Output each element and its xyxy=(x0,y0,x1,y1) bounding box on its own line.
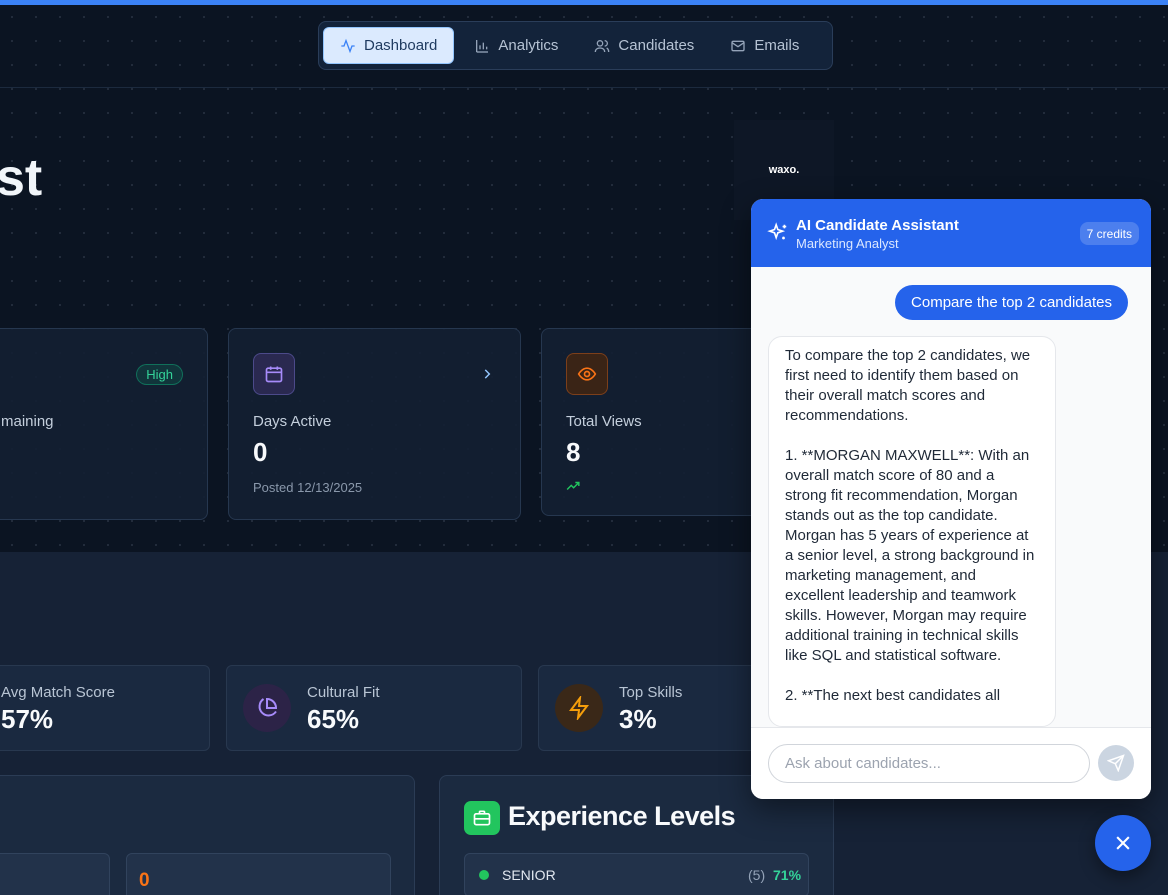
send-button[interactable] xyxy=(1098,745,1134,781)
main-nav: Dashboard Analytics Candidates Emails xyxy=(318,21,833,70)
chat-subtitle: Marketing Analyst xyxy=(796,236,899,251)
skills-panel: 0 xyxy=(0,775,415,895)
experience-percent: 71% xyxy=(773,867,802,883)
remaining-card: High maining xyxy=(0,328,208,520)
total-views-card: Total Views 8 xyxy=(541,328,771,516)
header-divider xyxy=(0,87,1168,88)
top-skills-value: 3% xyxy=(619,704,657,734)
days-active-card[interactable]: Days Active 0 Posted 12/13/2025 xyxy=(228,328,521,520)
remaining-label: maining xyxy=(1,413,54,430)
nav-dashboard-label: Dashboard xyxy=(364,37,438,54)
left-panel-value: 0 xyxy=(139,870,150,891)
chat-header: AI Candidate Assistant Marketing Analyst… xyxy=(751,199,1151,267)
trending-up-icon xyxy=(566,481,580,491)
company-logo-text: waxo. xyxy=(768,164,800,176)
posted-date: Posted 12/13/2025 xyxy=(253,480,363,495)
chat-title: AI Candidate Assistant xyxy=(796,217,959,234)
calendar-icon xyxy=(253,353,295,395)
skills-subcard-value: 0 xyxy=(126,853,391,895)
credits-badge: 7 credits xyxy=(1079,222,1139,245)
nav-emails-label: Emails xyxy=(754,37,800,54)
days-active-value: 0 xyxy=(253,437,268,467)
avg-match-card: Avg Match Score 57% xyxy=(0,665,210,751)
top-skills-card: Top Skills 3% xyxy=(538,665,768,751)
nav-dashboard[interactable]: Dashboard xyxy=(323,27,455,64)
nav-analytics-label: Analytics xyxy=(498,37,559,54)
nav-analytics[interactable]: Analytics xyxy=(458,27,574,64)
chat-messages[interactable]: Compare the top 2 candidates To compare … xyxy=(751,267,1151,727)
chevron-right-icon[interactable] xyxy=(480,367,494,381)
experience-title: Experience Levels xyxy=(508,801,736,831)
chat-input[interactable] xyxy=(768,744,1090,783)
close-chat-button[interactable] xyxy=(1095,815,1151,871)
user-message: Compare the top 2 candidates xyxy=(895,285,1128,320)
activity-icon xyxy=(341,38,355,53)
top-skills-label: Top Skills xyxy=(619,684,683,701)
send-icon xyxy=(1107,754,1125,772)
nav-candidates-label: Candidates xyxy=(618,37,695,54)
avg-match-label: Avg Match Score xyxy=(1,684,115,701)
pie-chart-icon xyxy=(243,684,291,732)
chat-widget: AI Candidate Assistant Marketing Analyst… xyxy=(751,199,1151,799)
skills-subcard xyxy=(0,853,110,895)
close-icon xyxy=(1116,836,1130,850)
experience-count: (5) xyxy=(748,867,766,883)
total-views-label: Total Views xyxy=(566,413,642,430)
experience-level: SENIOR xyxy=(502,867,556,883)
users-icon xyxy=(595,39,610,52)
cultural-fit-card: Cultural Fit 65% xyxy=(226,665,522,751)
cultural-fit-value: 65% xyxy=(307,704,360,734)
nav-candidates[interactable]: Candidates xyxy=(578,27,710,64)
chat-footer xyxy=(751,727,1151,799)
experience-row: SENIOR (5) 71% xyxy=(464,853,809,895)
status-dot xyxy=(479,870,489,880)
priority-badge: High xyxy=(136,364,183,385)
zap-icon xyxy=(555,684,603,732)
nav-emails[interactable]: Emails xyxy=(714,27,815,64)
page-title: st xyxy=(0,149,43,207)
briefcase-icon xyxy=(464,801,500,835)
assistant-message: To compare the top 2 candidates, we firs… xyxy=(768,336,1056,727)
sparkles-icon xyxy=(767,222,787,241)
days-active-label: Days Active xyxy=(253,413,332,430)
mail-icon xyxy=(731,40,745,51)
total-views-value: 8 xyxy=(566,437,581,467)
eye-icon xyxy=(566,353,608,395)
cultural-fit-label: Cultural Fit xyxy=(307,684,380,701)
bar-chart-icon xyxy=(476,39,489,53)
avg-match-value: 57% xyxy=(1,704,54,734)
